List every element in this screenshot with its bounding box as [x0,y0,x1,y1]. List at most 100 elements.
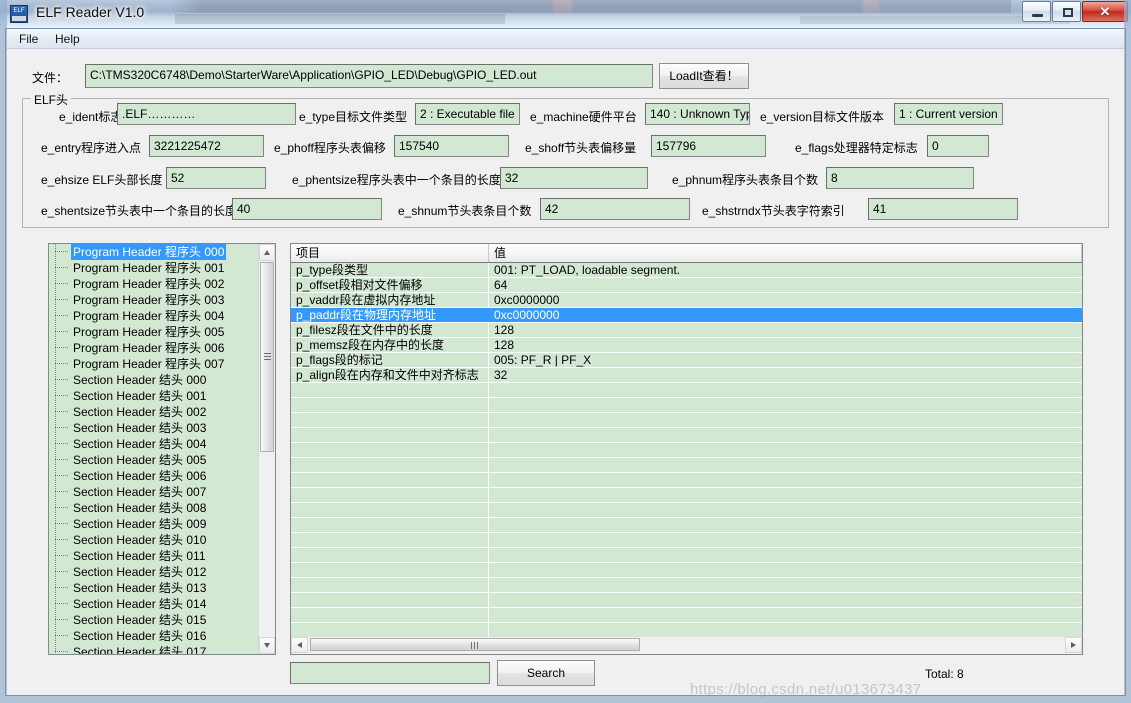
details-scroll-thumb[interactable] [310,638,640,651]
tree-item[interactable]: Section Header 结头 016 [49,628,257,644]
close-button[interactable]: ✕ [1082,1,1128,22]
label-e-ident: e_ident标志 [59,110,123,124]
details-rows-container[interactable]: p_type段类型 001: PT_LOAD, loadable segment.… [291,263,1082,637]
details-scroll-left-button[interactable] [291,637,308,653]
details-empty-row [291,413,1082,428]
tree-item[interactable]: Section Header 结头 013 [49,580,257,596]
value-e-shstrndx[interactable]: 41 [868,198,1018,220]
details-row[interactable]: p_filesz段在文件中的长度 128 [291,323,1082,338]
tree-item[interactable]: Section Header 结头 017 [49,644,257,654]
details-row[interactable]: p_align段在内存和文件中对齐标志 32 [291,368,1082,383]
tree-scroll-thumb[interactable] [260,262,274,452]
tree-item-label: Program Header 程序头 005 [73,325,225,339]
value-e-ehsize[interactable]: 52 [166,167,266,189]
details-empty-row [291,443,1082,458]
tree-connector-icon [55,459,68,460]
value-e-shoff[interactable]: 157796 [651,135,766,157]
tree-item[interactable]: Program Header 程序头 001 [49,260,257,276]
value-e-phentsize[interactable]: 32 [500,167,648,189]
tree-item[interactable]: Program Header 程序头 004 [49,308,257,324]
value-e-shentsize[interactable]: 40 [232,198,382,220]
tree-item[interactable]: Section Header 结头 007 [49,484,257,500]
tree-item[interactable]: Section Header 结头 003 [49,420,257,436]
value-e-version[interactable]: 1 : Current version [894,103,1003,125]
details-listview[interactable]: 项目 值 p_type段类型 001: PT_LOAD, loadable seg… [290,243,1083,655]
value-e-shnum[interactable]: 42 [540,198,690,220]
elf-header-group-title: ELF头 [31,91,72,108]
label-e-shentsize: e_shentsize节头表中一个条目的长度 [41,204,238,218]
label-e-phnum: e_phnum程序头表条目个数 [672,173,819,187]
details-row-item: p_memsz段在内存中的长度 [296,338,445,352]
details-row-item: p_flags段的标记 [296,353,383,367]
search-input[interactable] [290,662,490,684]
tree-item-label: Section Header 结头 012 [73,565,207,579]
details-horizontal-scrollbar[interactable] [291,637,1082,654]
tree-item[interactable]: Section Header 结头 011 [49,548,257,564]
load-button[interactable]: LoadIt查看！ [659,63,749,89]
details-empty-row [291,458,1082,473]
tree-connector-icon [55,267,68,268]
tree-connector-icon [55,491,68,492]
tree-item[interactable]: Section Header 结头 000 [49,372,257,388]
details-row[interactable]: p_offset段相对文件偏移 64 [291,278,1082,293]
details-row[interactable]: p_memsz段在内存中的长度 128 [291,338,1082,353]
details-row[interactable]: p_flags段的标记 005: PF_R | PF_X [291,353,1082,368]
value-e-ident[interactable]: .ELF………… [117,103,296,125]
tree-scroll-down-button[interactable] [259,637,275,654]
chevron-right-icon [1071,642,1076,648]
details-row[interactable]: p_type段类型 001: PT_LOAD, loadable segment. [291,263,1082,278]
details-scroll-right-button[interactable] [1065,637,1082,653]
tree-item[interactable]: Section Header 结头 009 [49,516,257,532]
label-e-entry: e_entry程序进入点 [41,141,142,155]
details-row[interactable]: p_vaddr段在虚拟内存地址 0xc0000000 [291,293,1082,308]
details-row-item: p_paddr段在物理内存地址 [296,308,437,322]
column-header-value[interactable]: 值 [489,244,1082,262]
search-button[interactable]: Search [497,660,595,686]
value-e-entry[interactable]: 3221225472 [149,135,264,157]
value-e-phoff[interactable]: 157540 [394,135,509,157]
tree-item-label: Section Header 结头 002 [73,405,207,419]
tree-item-label: Section Header 结头 007 [73,485,207,499]
headers-tree-list[interactable]: Program Header 程序头 000 Program Header 程序头… [49,244,257,654]
tree-item[interactable]: Program Header 程序头 003 [49,292,257,308]
tree-connector-icon [55,283,68,284]
tree-item[interactable]: Section Header 结头 014 [49,596,257,612]
file-path-input[interactable]: C:\TMS320C6748\Demo\StarterWare\Applicat… [85,64,653,88]
value-e-type[interactable]: 2 : Executable file [415,103,520,125]
minimize-button[interactable] [1022,1,1051,22]
tree-item[interactable]: Program Header 程序头 000 [49,244,257,260]
tree-item[interactable]: Section Header 结头 012 [49,564,257,580]
details-row[interactable]: p_paddr段在物理内存地址 0xc0000000 [291,308,1082,323]
tree-item[interactable]: Section Header 结头 006 [49,468,257,484]
column-header-item[interactable]: 项目 [291,244,489,262]
scroll-grip-icon [264,353,271,361]
tree-scroll-up-button[interactable] [259,244,275,261]
tree-item[interactable]: Section Header 结头 008 [49,500,257,516]
tree-item[interactable]: Section Header 结头 004 [49,436,257,452]
value-e-phnum[interactable]: 8 [826,167,974,189]
chevron-left-icon [297,642,302,648]
label-e-type: e_type目标文件类型 [299,110,408,124]
value-e-flags[interactable]: 0 [927,135,989,157]
tree-item[interactable]: Program Header 程序头 002 [49,276,257,292]
tree-connector-icon [55,379,68,380]
window-title: ELF Reader V1.0 [36,4,145,20]
tree-item[interactable]: Program Header 程序头 006 [49,340,257,356]
menu-item-file[interactable]: File [12,31,45,47]
tree-item-label: Section Header 结头 001 [73,389,207,403]
headers-tree-panel[interactable]: Program Header 程序头 000 Program Header 程序头… [48,243,276,655]
menu-item-help[interactable]: Help [48,31,87,47]
tree-item[interactable]: Section Header 结头 015 [49,612,257,628]
tree-item[interactable]: Section Header 结头 002 [49,404,257,420]
title-bar[interactable]: ELF ELF Reader V1.0 ✕ [0,0,1131,28]
tree-item-label: Section Header 结头 006 [73,469,207,483]
value-e-machine[interactable]: 140 : Unknown Typ [645,103,750,125]
tree-item[interactable]: Section Header 结头 010 [49,532,257,548]
tree-item[interactable]: Program Header 程序头 007 [49,356,257,372]
tree-vertical-scrollbar[interactable] [258,244,275,654]
tree-item-label: Section Header 结头 000 [73,373,207,387]
tree-item[interactable]: Section Header 结头 005 [49,452,257,468]
maximize-button[interactable] [1052,1,1081,22]
tree-item[interactable]: Section Header 结头 001 [49,388,257,404]
tree-item[interactable]: Program Header 程序头 005 [49,324,257,340]
